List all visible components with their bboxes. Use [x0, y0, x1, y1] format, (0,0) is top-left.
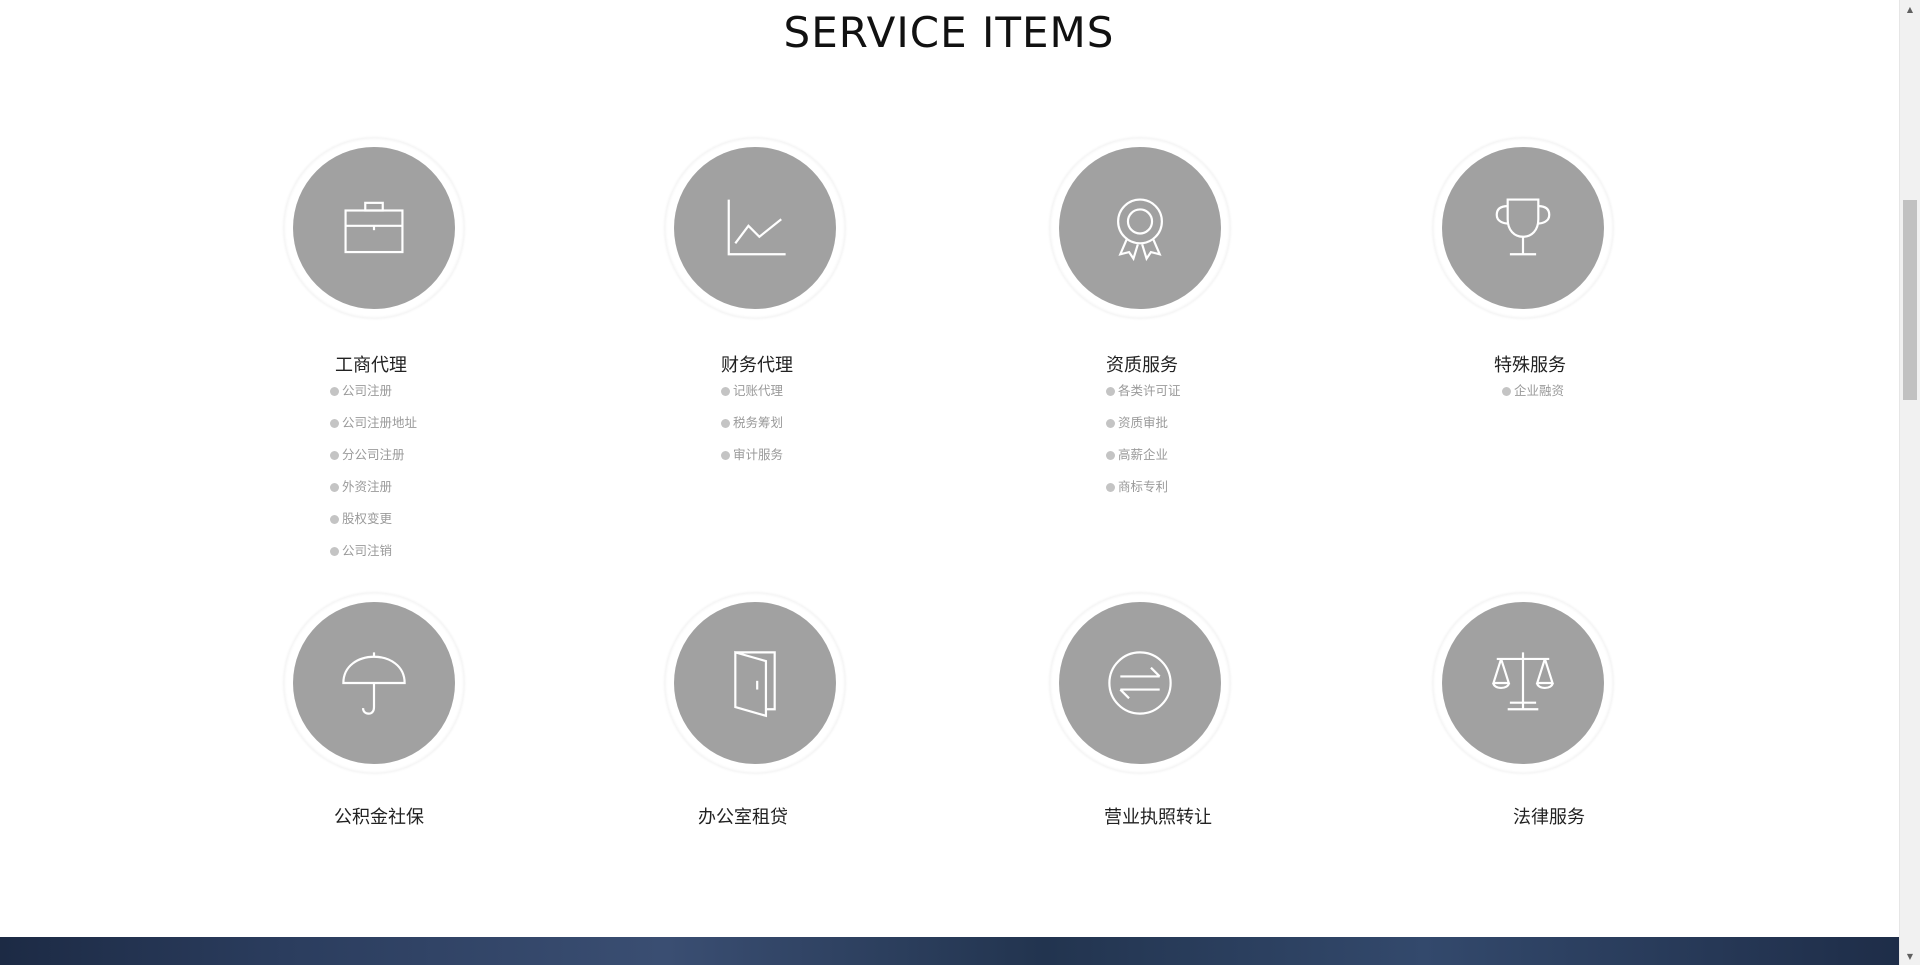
sub-item-list: 企业融资 — [1502, 381, 1564, 413]
service-name[interactable]: 营业执照转让 — [1104, 803, 1212, 829]
list-item[interactable]: 分公司注册 — [330, 445, 417, 477]
briefcase-icon — [293, 147, 455, 309]
service-name[interactable]: 财务代理 — [721, 351, 793, 377]
door-icon — [674, 602, 836, 764]
bullet-dot — [721, 419, 730, 428]
page: SERVICE ITEMS 工商代理 公司注册 公司注册地址 分公司注册 外资注… — [0, 0, 1920, 965]
list-item-label: 记账代理 — [733, 383, 784, 398]
footer-banner — [0, 937, 1899, 965]
service-card-caiwu[interactable]: 财务代理 记账代理 税务筹划 审计服务 — [665, 138, 1045, 468]
sub-item-list: 公司注册 公司注册地址 分公司注册 外资注册 股权变更 公司注销 — [330, 381, 417, 573]
exchange-arrows-icon — [1059, 602, 1221, 764]
scroll-up-arrow-icon[interactable]: ▲ — [1900, 0, 1920, 18]
trophy-icon — [1442, 147, 1604, 309]
list-item[interactable]: 外资注册 — [330, 477, 417, 509]
list-item[interactable]: 股权变更 — [330, 509, 417, 541]
sub-item-list: 各类许可证 资质审批 高薪企业 商标专利 — [1106, 381, 1181, 509]
service-name[interactable]: 工商代理 — [335, 351, 407, 377]
scales-icon — [1442, 602, 1604, 764]
list-item-label: 税务筹划 — [733, 415, 784, 430]
service-card-gongjijin[interactable]: 公积金社保 — [284, 593, 664, 843]
service-icon-circle[interactable] — [1050, 138, 1230, 318]
bullet-dot — [1106, 419, 1115, 428]
service-icon-circle[interactable] — [665, 138, 845, 318]
umbrella-icon — [293, 602, 455, 764]
line-chart-icon — [674, 147, 836, 309]
service-name[interactable]: 公积金社保 — [334, 803, 424, 829]
list-item-label: 分公司注册 — [342, 447, 405, 462]
bullet-dot — [1106, 387, 1115, 396]
sub-item-list: 记账代理 税务筹划 审计服务 — [721, 381, 783, 477]
list-item[interactable]: 高薪企业 — [1106, 445, 1181, 477]
list-item[interactable]: 公司注册地址 — [330, 413, 417, 445]
service-icon-circle[interactable] — [1050, 593, 1230, 773]
scroll-down-arrow-icon[interactable]: ▼ — [1900, 947, 1920, 965]
service-card-bangongshi[interactable]: 办公室租贷 — [665, 593, 1045, 843]
list-item[interactable]: 审计服务 — [721, 445, 783, 477]
list-item-label: 审计服务 — [733, 447, 784, 462]
bullet-dot — [1502, 387, 1511, 396]
list-item-label: 公司注册地址 — [342, 415, 418, 430]
service-icon-circle[interactable] — [284, 138, 464, 318]
list-item-label: 外资注册 — [342, 479, 393, 494]
bullet-dot — [330, 547, 339, 556]
list-item-label: 商标专利 — [1118, 479, 1169, 494]
section-title: SERVICE ITEMS — [783, 8, 1115, 57]
bullet-dot — [1106, 483, 1115, 492]
bullet-dot — [330, 451, 339, 460]
bullet-dot — [330, 515, 339, 524]
list-item-label: 资质审批 — [1118, 415, 1169, 430]
bullet-dot — [721, 387, 730, 396]
service-card-teshu[interactable]: 特殊服务 企业融资 — [1433, 138, 1813, 438]
service-icon-circle[interactable] — [665, 593, 845, 773]
bullet-dot — [1106, 451, 1115, 460]
list-item[interactable]: 商标专利 — [1106, 477, 1181, 509]
list-item-label: 企业融资 — [1514, 383, 1565, 398]
service-card-zizhi[interactable]: 资质服务 各类许可证 资质审批 高薪企业 商标专利 — [1050, 138, 1430, 498]
list-item[interactable]: 记账代理 — [721, 381, 783, 413]
vertical-scrollbar[interactable]: ▲ ▼ — [1899, 0, 1920, 965]
list-item-label: 各类许可证 — [1118, 383, 1181, 398]
list-item-label: 公司注册 — [342, 383, 393, 398]
service-card-gongshang[interactable]: 工商代理 公司注册 公司注册地址 分公司注册 外资注册 股权变更 公司注销 — [284, 138, 664, 568]
list-item-label: 高薪企业 — [1118, 447, 1169, 462]
service-icon-circle[interactable] — [1433, 593, 1613, 773]
list-item[interactable]: 企业融资 — [1502, 381, 1564, 413]
service-name[interactable]: 资质服务 — [1106, 351, 1178, 377]
list-item-label: 公司注销 — [342, 543, 393, 558]
bullet-dot — [330, 387, 339, 396]
list-item[interactable]: 税务筹划 — [721, 413, 783, 445]
service-name[interactable]: 法律服务 — [1513, 803, 1585, 829]
list-item[interactable]: 公司注销 — [330, 541, 417, 573]
scrollbar-thumb[interactable] — [1903, 200, 1917, 400]
list-item-label: 股权变更 — [342, 511, 393, 526]
bullet-dot — [721, 451, 730, 460]
service-icon-circle[interactable] — [1433, 138, 1613, 318]
list-item[interactable]: 各类许可证 — [1106, 381, 1181, 413]
list-item[interactable]: 资质审批 — [1106, 413, 1181, 445]
list-item[interactable]: 公司注册 — [330, 381, 417, 413]
service-card-falv[interactable]: 法律服务 — [1433, 593, 1813, 843]
service-name[interactable]: 办公室租贷 — [698, 803, 788, 829]
bullet-dot — [330, 419, 339, 428]
service-name[interactable]: 特殊服务 — [1494, 351, 1566, 377]
award-ribbon-icon — [1059, 147, 1221, 309]
service-card-zhizhao[interactable]: 营业执照转让 — [1050, 593, 1430, 843]
service-icon-circle[interactable] — [284, 593, 464, 773]
bullet-dot — [330, 483, 339, 492]
